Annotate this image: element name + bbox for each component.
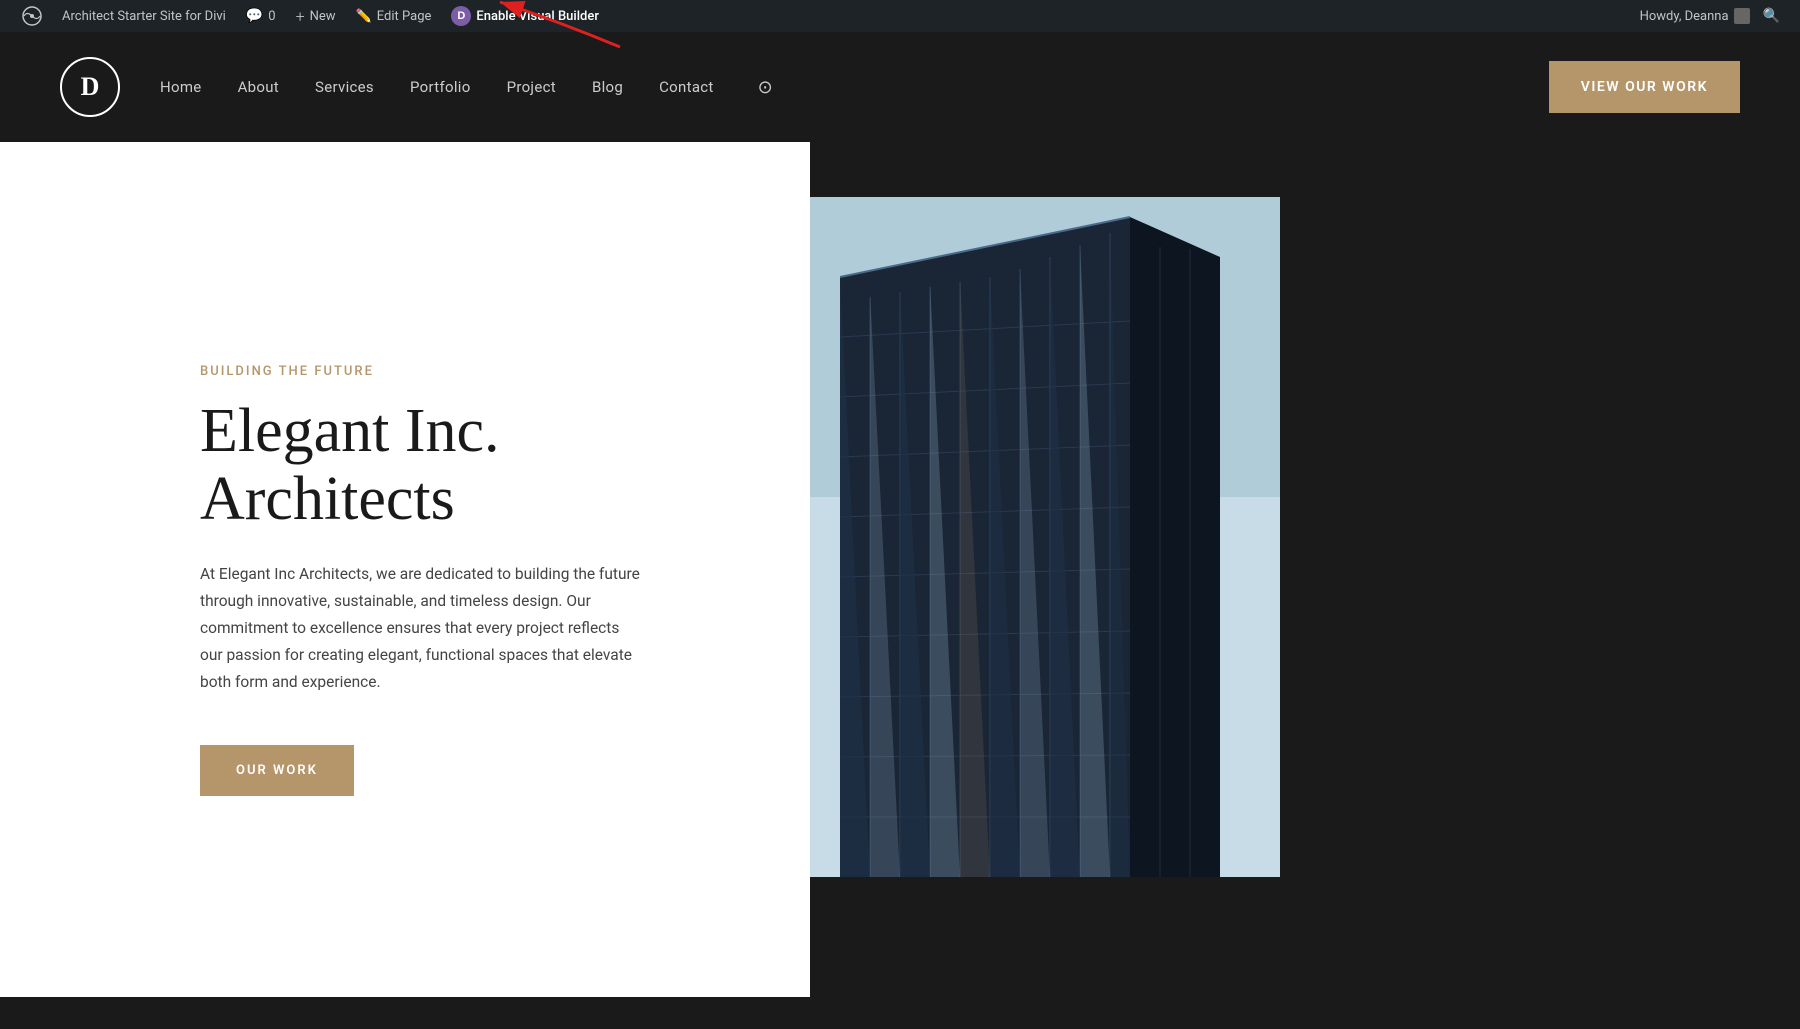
enable-vb-label: Enable Visual Builder: [476, 9, 599, 24]
new-item[interactable]: + New: [286, 0, 346, 32]
divi-icon: D: [451, 6, 471, 26]
nav-home[interactable]: Home: [160, 78, 202, 96]
building-image: [810, 197, 1280, 877]
comments-item[interactable]: 💬 0: [236, 0, 286, 32]
comment-icon: 💬: [246, 8, 263, 24]
howdy-label: Howdy, Deanna: [1640, 9, 1729, 24]
comments-count: 0: [268, 9, 275, 24]
hero-title: Elegant Inc. Architects: [200, 397, 730, 533]
nav-search-icon[interactable]: ⊙: [758, 77, 773, 98]
site-logo[interactable]: D: [60, 57, 120, 117]
site-header: D Home About Services Portfolio Project …: [0, 32, 1800, 142]
hero-right: [810, 142, 1800, 997]
edit-page-item[interactable]: ✏️ Edit Page: [346, 0, 442, 32]
nav-blog[interactable]: Blog: [592, 78, 623, 96]
site-wrapper: D Home About Services Portfolio Project …: [0, 32, 1800, 997]
admin-search-icon[interactable]: 🔍: [1755, 8, 1788, 24]
pencil-icon: ✏️: [356, 9, 372, 24]
edit-page-label: Edit Page: [377, 9, 432, 24]
hero-left: BUILDING THE FUTURE Elegant Inc. Archite…: [0, 142, 810, 997]
enable-vb-item[interactable]: D Enable Visual Builder: [441, 0, 609, 32]
admin-bar-right: Howdy, Deanna 🔍: [1640, 8, 1788, 24]
site-nav: Home About Services Portfolio Project Bl…: [160, 77, 1549, 98]
our-work-button[interactable]: OUR WORK: [200, 745, 354, 796]
nav-portfolio[interactable]: Portfolio: [410, 78, 471, 96]
site-name-label: Architect Starter Site for Divi: [62, 9, 226, 24]
new-label: New: [310, 9, 336, 24]
nav-about[interactable]: About: [238, 78, 279, 96]
user-avatar: [1734, 8, 1750, 24]
hero-section: BUILDING THE FUTURE Elegant Inc. Archite…: [0, 142, 1800, 997]
hero-description: At Elegant Inc Architects, we are dedica…: [200, 561, 640, 697]
wp-logo-item[interactable]: [12, 0, 52, 32]
nav-contact[interactable]: Contact: [659, 78, 714, 96]
nav-project[interactable]: Project: [507, 78, 556, 96]
nav-services[interactable]: Services: [315, 78, 374, 96]
hero-eyebrow: BUILDING THE FUTURE: [200, 364, 730, 379]
admin-bar: Architect Starter Site for Divi 💬 0 + Ne…: [0, 0, 1800, 32]
wordpress-icon: [22, 6, 42, 26]
plus-icon: +: [296, 7, 305, 26]
view-our-work-button[interactable]: VIEW OUR WORK: [1549, 61, 1740, 113]
site-name-item[interactable]: Architect Starter Site for Divi: [52, 0, 236, 32]
